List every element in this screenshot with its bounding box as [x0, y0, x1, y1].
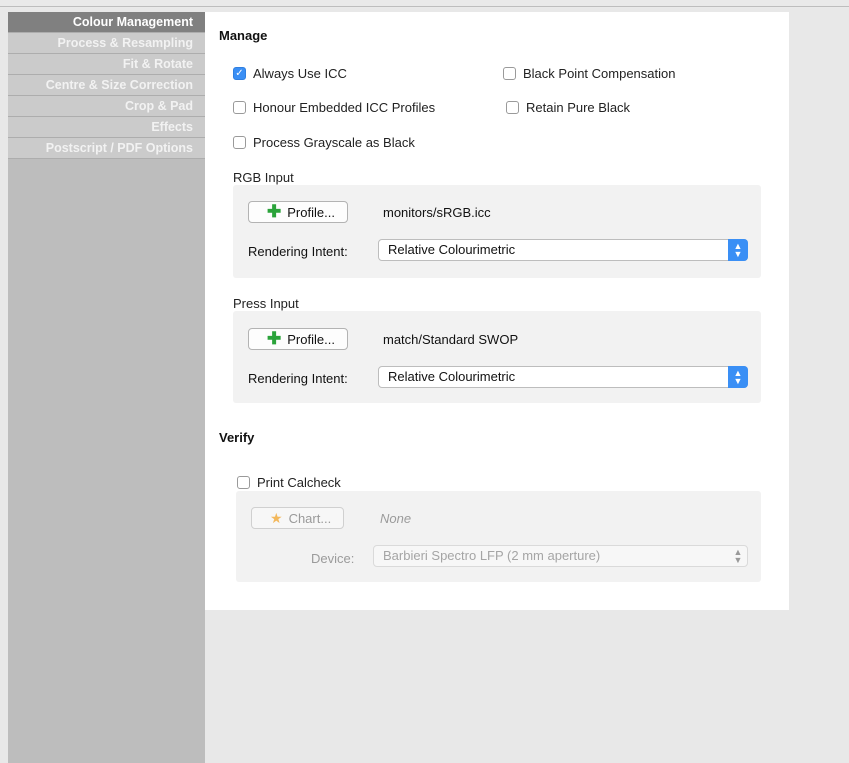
verify-section-title: Verify — [219, 430, 255, 445]
honour-embedded-icc-label: Honour Embedded ICC Profiles — [253, 100, 436, 115]
updown-arrows-icon: ▲ ▼ — [733, 547, 743, 565]
retain-pure-black-label: Retain Pure Black — [526, 100, 631, 115]
settings-panel: Manage ✓ Always Use ICC Black Point Comp… — [205, 12, 789, 610]
device-select[interactable]: Barbieri Spectro LFP (2 mm aperture) ▲ ▼ — [373, 545, 748, 567]
updown-arrows-icon: ▲ ▼ — [728, 239, 748, 261]
black-point-compensation-checkbox[interactable]: Black Point Compensation — [503, 66, 675, 81]
print-calcheck-label: Print Calcheck — [257, 475, 341, 490]
black-point-compensation-label: Black Point Compensation — [523, 66, 676, 81]
window-top-edge — [0, 0, 849, 8]
always-use-icc-label: Always Use ICC — [253, 66, 347, 81]
process-grayscale-checkbox[interactable]: Process Grayscale as Black — [233, 135, 415, 150]
press-input-group — [233, 311, 761, 403]
checkbox-box — [503, 67, 516, 80]
press-rendering-intent-value: Relative Colourimetric — [388, 369, 516, 384]
sidebar-item-postscript-pdf-options[interactable]: Postscript / PDF Options — [8, 138, 205, 159]
print-calcheck-checkbox[interactable]: Print Calcheck — [237, 475, 341, 490]
updown-arrows-icon: ▲ ▼ — [728, 366, 748, 388]
rgb-profile-button[interactable]: ✚ Profile... — [248, 201, 348, 223]
rgb-rendering-intent-value: Relative Colourimetric — [388, 242, 516, 257]
sidebar-item-crop-pad[interactable]: Crop & Pad — [8, 96, 205, 117]
chart-button-label: Chart... — [288, 510, 332, 526]
sidebar-item-colour-management[interactable]: Colour Management — [8, 12, 205, 33]
press-rendering-intent-select[interactable]: Relative Colourimetric ▲ ▼ — [378, 366, 748, 388]
device-value: Barbieri Spectro LFP (2 mm aperture) — [383, 548, 601, 563]
manage-section-title: Manage — [219, 28, 268, 43]
verify-group — [236, 491, 761, 582]
checkbox-box — [233, 136, 246, 149]
rgb-rendering-intent-select[interactable]: Relative Colourimetric ▲ ▼ — [378, 239, 748, 261]
press-profile-button[interactable]: ✚ Profile... — [248, 328, 348, 350]
rgb-profile-value: monitors/sRGB.icc — [383, 205, 491, 220]
checkbox-box — [233, 101, 246, 114]
process-grayscale-label: Process Grayscale as Black — [253, 135, 415, 150]
chart-button[interactable]: ★ Chart... — [251, 507, 345, 529]
rgb-input-title: RGB Input — [233, 170, 294, 185]
honour-embedded-icc-checkbox[interactable]: Honour Embedded ICC Profiles — [233, 100, 435, 115]
device-label: Device: — [311, 551, 355, 566]
sidebar-item-effects[interactable]: Effects — [8, 117, 205, 138]
rgb-profile-button-label: Profile... — [287, 204, 335, 220]
sidebar-item-centre-size-correction[interactable]: Centre & Size Correction — [8, 75, 205, 96]
plus-icon: ✚ — [267, 202, 282, 221]
star-icon: ★ — [270, 509, 283, 526]
checkmark-icon: ✓ — [233, 67, 246, 80]
checkbox-box — [506, 101, 519, 114]
chart-value: None — [380, 511, 412, 526]
plus-icon: ✚ — [267, 329, 282, 348]
sidebar: Colour Management Process & Resampling F… — [8, 12, 205, 763]
press-rendering-intent-label: Rendering Intent: — [248, 371, 348, 386]
sidebar-item-process-resampling[interactable]: Process & Resampling — [8, 33, 205, 54]
sidebar-item-fit-rotate[interactable]: Fit & Rotate — [8, 54, 205, 75]
press-profile-value: match/Standard SWOP — [383, 332, 519, 347]
always-use-icc-checkbox[interactable]: ✓ Always Use ICC — [233, 66, 347, 81]
rgb-input-group — [233, 185, 761, 278]
checkbox-box — [237, 476, 250, 489]
retain-pure-black-checkbox[interactable]: Retain Pure Black — [506, 100, 630, 115]
press-input-title: Press Input — [233, 296, 299, 311]
press-profile-button-label: Profile... — [287, 331, 335, 347]
rgb-rendering-intent-label: Rendering Intent: — [248, 244, 348, 259]
